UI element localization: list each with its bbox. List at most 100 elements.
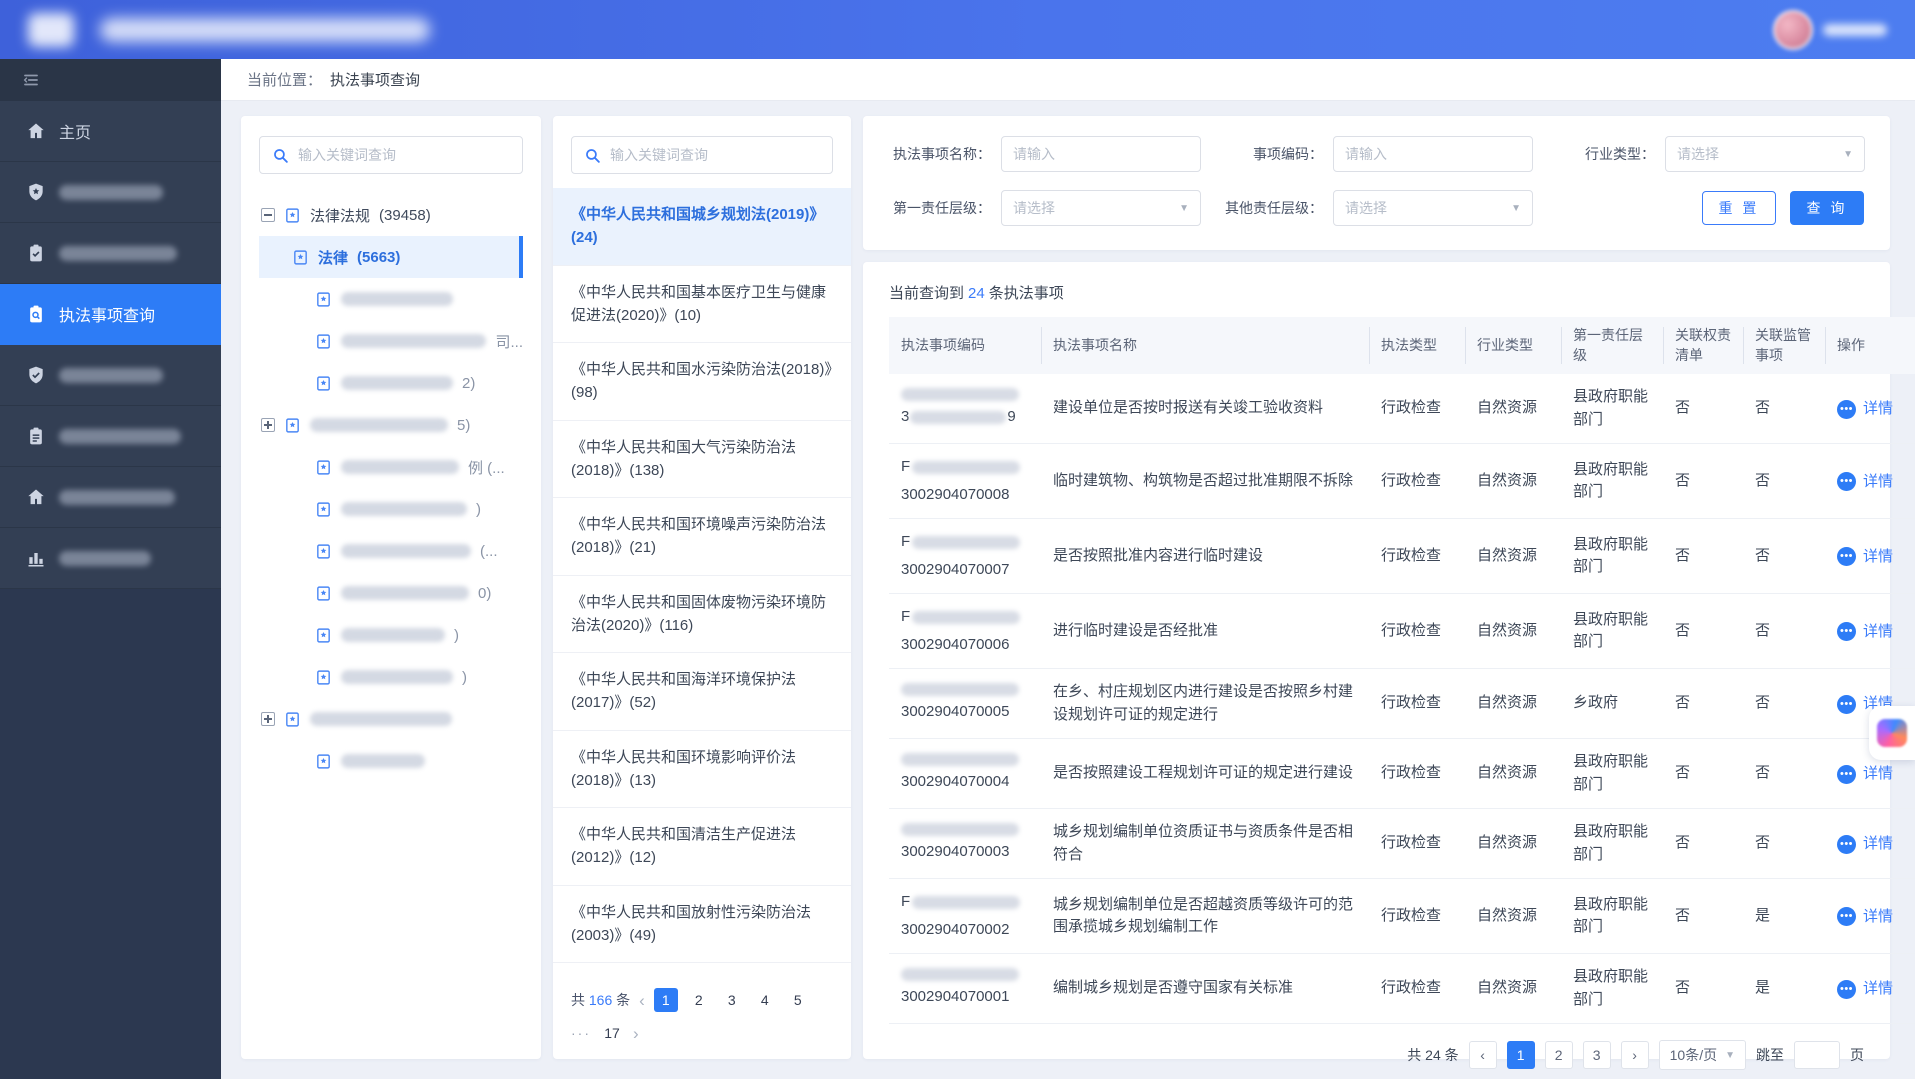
law-doc-icon [315,333,332,350]
user-avatar[interactable] [1773,10,1813,50]
tree-node-selected[interactable]: 法律 (5663) [259,236,523,278]
detail-link[interactable]: ••• 详情 [1837,471,1893,494]
matter-name: 在乡、村庄规划区内进行建设是否按照乡村建设规划许可证的规定进行 [1041,669,1369,739]
law-list-item[interactable]: 《中华人民共和国固体废物污染环境防治法(2020)》(116) [553,576,851,654]
expand-node-icon[interactable] [261,418,275,432]
detail-link[interactable]: ••• 详情 [1837,621,1893,644]
collapse-sidebar-icon[interactable] [22,71,40,89]
page-number-1[interactable]: 1 [654,988,678,1012]
related-supervision: 是 [1743,954,1825,1024]
ai-assistant-button[interactable] [1869,706,1915,760]
sidebar-item-blurred[interactable] [0,223,221,284]
law-list-item[interactable]: 《中华人民共和国环境噪声污染防治法(2018)》(21) [553,498,851,576]
detail-link[interactable]: ••• 详情 [1837,398,1893,421]
filter-input[interactable]: 请输入 [1333,136,1533,172]
tree-node-root[interactable]: 法律法规 (39458) [259,194,523,236]
sidebar-item-blurred[interactable] [0,162,221,223]
breadcrumb-current-page: 执法事项查询 [330,69,420,90]
jump-page-input[interactable] [1794,1041,1840,1069]
placeholder-text: 请选择 [1013,198,1055,218]
search-button[interactable]: 查 询 [1790,191,1864,225]
more-pages-icon[interactable]: ··· [571,1025,591,1041]
tree-node-blurred[interactable] [259,698,523,740]
related-supervision: 否 [1743,669,1825,739]
tree-node-blurred[interactable]: (... [259,530,523,572]
blurred-text [341,502,467,516]
ellipsis-circle-icon: ••• [1837,695,1856,714]
detail-link[interactable]: ••• 详情 [1837,978,1893,1001]
sidebar-item-blurred[interactable] [0,528,221,589]
filter-group: 事项编码：请输入 [1221,136,1533,172]
law-list-item[interactable]: 《中华人民共和国大气污染防治法(2018)》(138) [553,421,851,499]
detail-link[interactable]: ••• 详情 [1837,906,1893,929]
page-number-2[interactable]: 2 [1545,1041,1573,1069]
page-number-3[interactable]: 3 [1583,1041,1611,1069]
page-number-5[interactable]: 5 [786,988,810,1012]
next-page-button[interactable]: › [1621,1041,1649,1069]
detail-link[interactable]: ••• 详情 [1837,546,1893,569]
sidebar-item-blurred[interactable] [0,467,221,528]
expand-node-icon[interactable] [261,712,275,726]
tree-node-blurred[interactable]: 0) [259,572,523,614]
column-header: 执法事项名称 [1041,317,1369,374]
filter-input[interactable]: 请输入 [1001,136,1201,172]
page-number-4[interactable]: 4 [753,988,777,1012]
next-page-icon[interactable]: › [633,1025,639,1042]
industry-type: 自然资源 [1465,809,1561,879]
law-list-item[interactable]: 《中华人民共和国环境影响评价法(2018)》(13) [553,731,851,809]
tree-node-blurred[interactable]: 5) [259,404,523,446]
filter-select[interactable]: 请选择▼ [1333,190,1533,226]
detail-link[interactable]: ••• 详情 [1837,763,1893,786]
tree-node-blurred[interactable] [259,278,523,320]
sidebar-item-执法事项查询[interactable]: 执法事项查询 [0,284,221,345]
collapse-node-icon[interactable] [261,208,275,222]
table-row: 3002904070004 是否按照建设工程规划许可证的规定进行建设 行政检查 … [889,739,1915,809]
law-list-item[interactable]: 《中华人民共和国水污染防治法(2018)》(98) [553,343,851,421]
prev-page-icon[interactable]: ‹ [639,992,645,1009]
tree-node-blurred[interactable]: ) [259,488,523,530]
sidebar-item-主页[interactable]: 主页 [0,101,221,162]
jump-label: 跳至 [1756,1045,1784,1065]
law-search-input[interactable]: 输入关键词查询 [571,136,833,174]
tree-node-blurred[interactable]: 司... [259,320,523,362]
law-list-item[interactable]: 《中华人民共和国城乡规划法(2019)》(24) [553,188,851,266]
filter-select[interactable]: 请选择▼ [1665,136,1865,172]
tree-node-blurred[interactable]: ) [259,614,523,656]
law-doc-icon [315,669,332,686]
law-type: 行政检查 [1369,809,1465,879]
prev-page-button[interactable]: ‹ [1469,1041,1497,1069]
law-list-item[interactable]: 《中华人民共和国海洋环境保护法(2017)》(52) [553,653,851,731]
page-number-3[interactable]: 3 [720,988,744,1012]
law-list-item[interactable]: 《中华人民共和国基本医疗卫生与健康促进法(2020)》(10) [553,266,851,344]
sidebar-item-blurred[interactable] [0,406,221,467]
law-list-item[interactable]: 《中华人民共和国放射性污染防治法(2003)》(49) [553,886,851,964]
tree-node-blurred[interactable]: ) [259,656,523,698]
table-row: 3002904070001 编制城乡规划是否遵守国家有关标准 行政检查 自然资源… [889,954,1915,1024]
law-type: 行政检查 [1369,594,1465,669]
code-blurred-line: F [901,891,1029,914]
page-number-2[interactable]: 2 [687,988,711,1012]
law-doc-icon [284,417,301,434]
page-size-select[interactable]: 10条/页 ▼ [1659,1040,1746,1070]
filter-select[interactable]: 请选择▼ [1001,190,1201,226]
tree-node-count: (5663) [357,249,400,266]
tree-node-blurred[interactable]: 2) [259,362,523,404]
blurred-text [341,292,453,306]
law-list-item[interactable]: 《中华人民共和国清洁生产促进法(2012)》(12) [553,808,851,886]
sidebar-menu: 主页 执法事项查询 [0,101,221,589]
page-number-1[interactable]: 1 [1507,1041,1535,1069]
detail-link[interactable]: ••• 详情 [1837,833,1893,856]
tree-node-label: 法律法规 [310,205,370,226]
tree-node-blurred[interactable] [259,740,523,782]
column-header: 操作 [1825,317,1915,374]
blurred-text [341,754,425,768]
tree-search-input[interactable]: 输入关键词查询 [259,136,523,174]
page-number-17[interactable]: 17 [600,1021,624,1045]
sidebar-item-blurred[interactable] [0,345,221,406]
reset-button[interactable]: 重 置 [1702,191,1776,225]
law-doc-icon [284,711,301,728]
tree-node-blurred[interactable]: 例 (... [259,446,523,488]
related-power-list: 否 [1663,739,1743,809]
matter-name: 是否按照建设工程规划许可证的规定进行建设 [1041,739,1369,809]
first-responsibility-level: 县政府职能部门 [1561,809,1663,879]
